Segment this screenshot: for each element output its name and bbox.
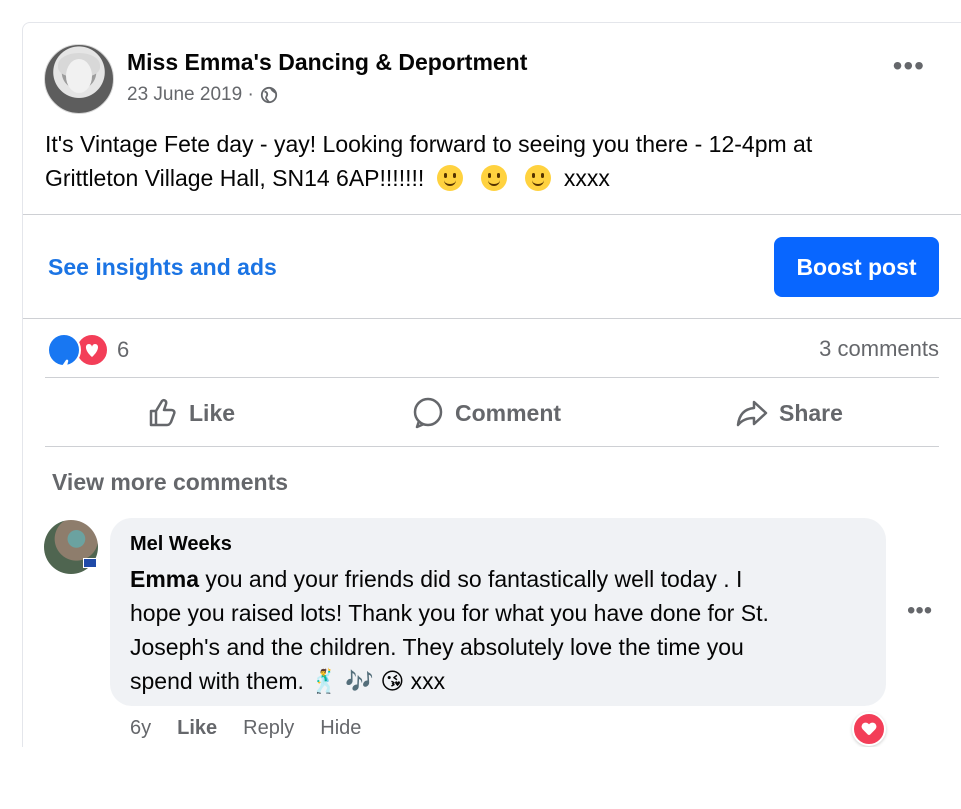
reaction-divider: [45, 377, 939, 378]
more-options-icon[interactable]: •••: [893, 52, 925, 80]
comment-actions: 6y Like Reply Hide: [130, 717, 361, 740]
share-icon: [736, 400, 768, 427]
like-icon: [149, 398, 176, 427]
like-button[interactable]: Like: [145, 396, 235, 430]
smile-emoji-icon: [525, 165, 552, 191]
comment-line-3: Joseph's and the children. They absolute…: [130, 634, 744, 660]
avatar-face: [66, 59, 92, 93]
insights-divider: [23, 318, 961, 319]
post-text-line-2-content: Grittleton Village Hall, SN14 6AP!!!!!!!: [45, 165, 425, 191]
mention-emma[interactable]: Emma: [130, 566, 199, 592]
comments-count[interactable]: 3 comments: [819, 336, 939, 362]
comment-button[interactable]: Comment: [411, 396, 561, 430]
actions-divider: [45, 446, 939, 447]
union-flag-icon: [83, 558, 97, 568]
post-text-line-2: Grittleton Village Hall, SN14 6AP!!!!!!!…: [45, 161, 925, 195]
post-text-suffix: xxxx: [563, 165, 610, 191]
reaction-summary[interactable]: 6: [47, 333, 130, 375]
globe-icon: [260, 86, 277, 104]
like-label: Like: [189, 399, 236, 426]
comment-icon: [413, 397, 443, 429]
comment-reply-button[interactable]: Reply: [243, 717, 294, 740]
post-divider: [23, 214, 961, 215]
post-text-line-1: It's Vintage Fete day - yay! Looking for…: [45, 131, 813, 157]
comment-line-4: spend with them. 🕺 🎶 😘 xxx: [130, 668, 446, 694]
view-more-comments[interactable]: View more comments: [52, 469, 288, 496]
comment-bubble: Mel Weeks Emma you and your friends did …: [110, 518, 886, 706]
share-label: Share: [779, 399, 843, 426]
comment-line-1-text: you and your friends did so fantasticall…: [199, 566, 743, 592]
comment-time[interactable]: 6y: [130, 717, 151, 740]
page-avatar[interactable]: [44, 44, 114, 114]
comment-line-2: hope you raised lots! Thank you for what…: [130, 600, 769, 626]
post-date[interactable]: 23 June 2019 ·: [127, 84, 254, 106]
smile-emoji-icon: [481, 165, 508, 191]
post-card: Miss Emma's Dancing & Deportment 23 June…: [22, 22, 961, 747]
commenter-avatar[interactable]: [44, 520, 98, 574]
comment-like-button[interactable]: Like: [177, 717, 217, 740]
love-reaction-badge[interactable]: [852, 712, 886, 746]
comment-options-icon[interactable]: •••: [907, 597, 932, 625]
comment-label: Comment: [455, 399, 562, 426]
comment-hide-button[interactable]: Hide: [320, 717, 361, 740]
smile-emoji-icon: [436, 165, 463, 191]
page-name[interactable]: Miss Emma's Dancing & Deportment: [127, 49, 527, 76]
like-reaction-icon: [47, 333, 81, 375]
see-insights-link[interactable]: See insights and ads: [48, 254, 277, 281]
reaction-count: 6: [117, 337, 130, 362]
post-meta: 23 June 2019 ·: [127, 84, 278, 106]
comment-text: Emma you and your friends did so fantast…: [130, 562, 850, 698]
share-button[interactable]: Share: [735, 396, 843, 430]
commenter-name[interactable]: Mel Weeks: [130, 533, 232, 556]
post-text: It's Vintage Fete day - yay! Looking for…: [45, 127, 925, 195]
boost-post-button[interactable]: Boost post: [774, 237, 939, 297]
comment-line-1: Emma you and your friends did so fantast…: [130, 562, 850, 596]
